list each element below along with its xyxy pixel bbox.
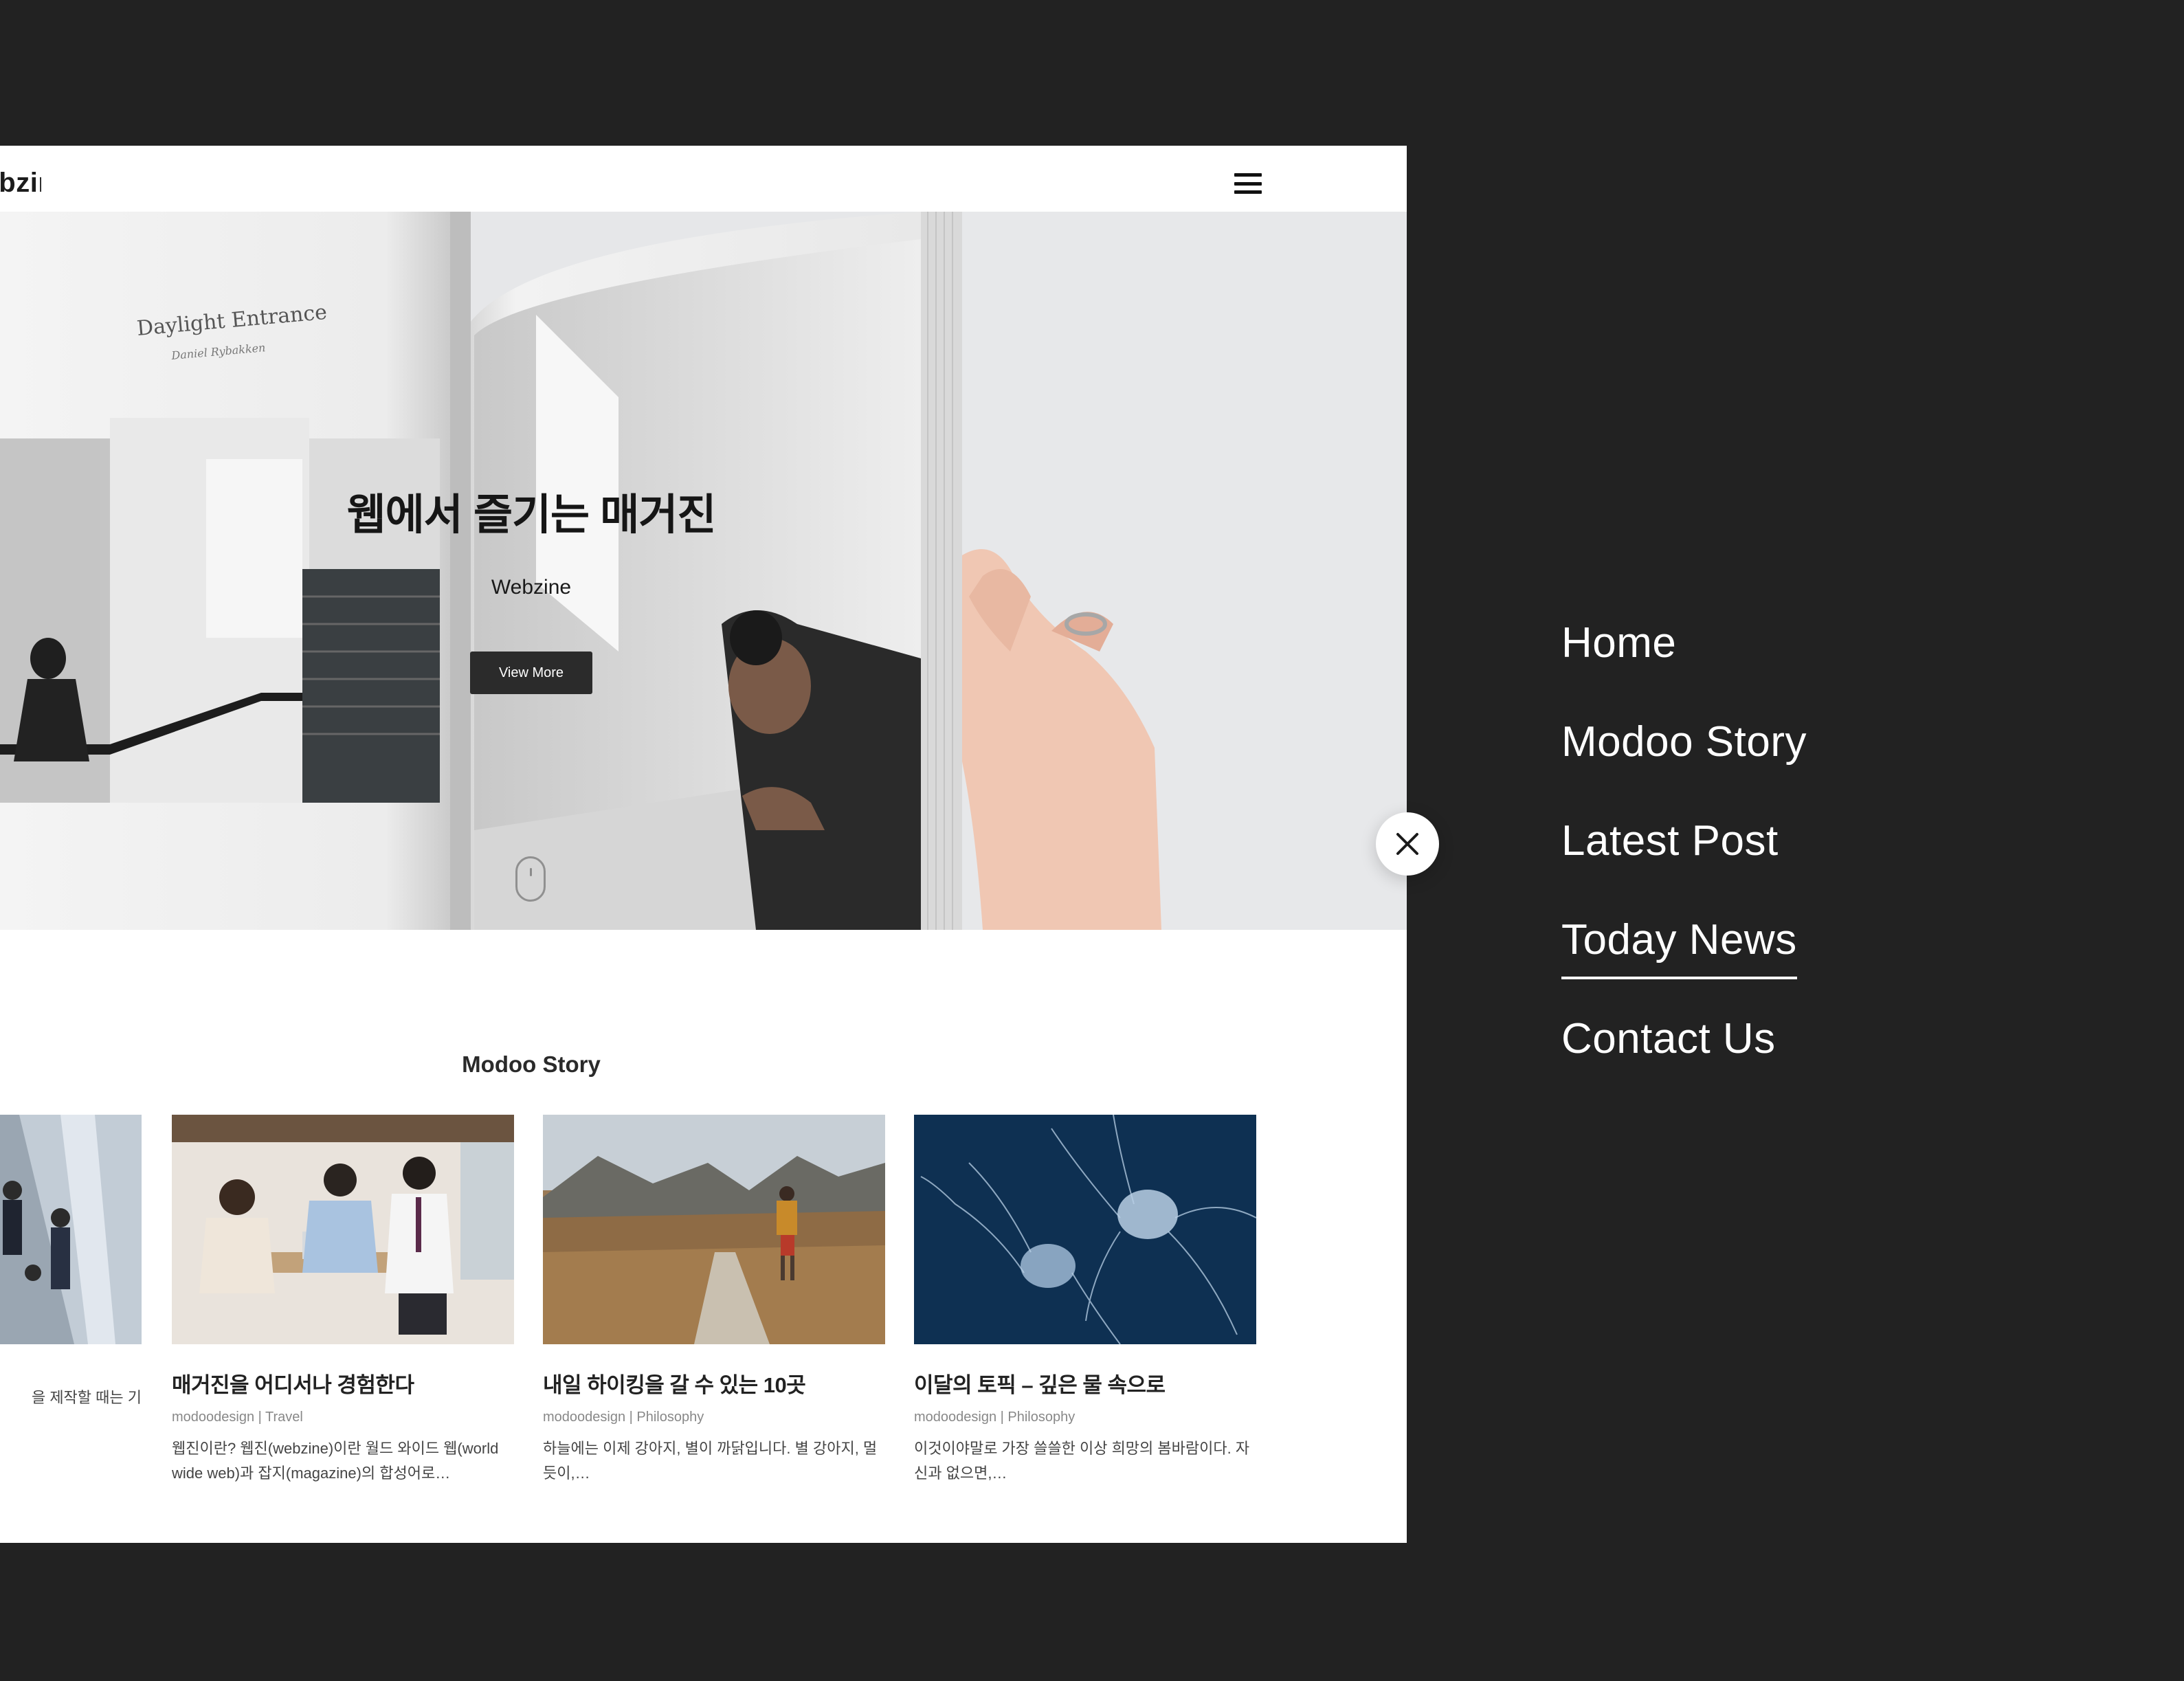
jellyfish-photo — [914, 1115, 1256, 1344]
card-thumbnail[interactable] — [0, 1115, 142, 1344]
logo-clip: Webzine — [0, 146, 41, 212]
story-card[interactable]: 내일 하이킹을 갈 수 있는 10곳 modoodesign | Philoso… — [543, 1115, 885, 1486]
story-card[interactable]: 이달의 토픽 – 깊은 물 속으로 modoodesign | Philosop… — [914, 1115, 1256, 1486]
section-title: Modoo Story — [462, 1051, 601, 1077]
hiking-photo — [543, 1115, 885, 1344]
hamburger-menu-icon[interactable] — [1234, 173, 1262, 194]
hamburger-line — [1234, 190, 1262, 194]
close-icon — [1396, 833, 1418, 855]
card-thumbnail[interactable] — [914, 1115, 1256, 1344]
card-meta: modoodesign | Philosophy — [914, 1410, 1076, 1425]
hero-subtitle: Webzine — [491, 576, 572, 599]
meeting-photo — [172, 1115, 514, 1344]
close-menu-button[interactable] — [1376, 812, 1439, 876]
business-people-photo — [0, 1115, 142, 1344]
card-title[interactable]: 이달의 토픽 – 깊은 물 속으로 — [914, 1368, 1256, 1399]
card-excerpt: 웹진이란? 웹진(webzine)이란 월드 와이드 웹(world wide … — [172, 1440, 499, 1482]
card-excerpt: 을 제작할 때는 기 — [31, 1389, 142, 1406]
site-header: Webzine — [0, 146, 1407, 212]
card-title[interactable]: 매거진을 어디서나 경험한다 — [172, 1368, 514, 1399]
nav-item-home[interactable]: Home — [1561, 619, 1676, 667]
card-thumbnail[interactable] — [172, 1115, 514, 1344]
hamburger-line — [1234, 181, 1262, 186]
nav-item-today-news[interactable]: Today News — [1561, 915, 1797, 979]
hero-title: 웹에서 즐기는 매거진 — [346, 491, 717, 539]
website-preview: Webzine — [0, 146, 1407, 1543]
view-more-button[interactable]: View More — [470, 652, 592, 694]
card-title[interactable]: 내일 하이킹을 갈 수 있는 10곳 — [543, 1368, 885, 1399]
hamburger-line — [1234, 173, 1262, 177]
nav-item-modoo-story[interactable]: Modoo Story — [1561, 717, 1807, 766]
site-logo[interactable]: Webzine — [0, 168, 41, 199]
story-card[interactable]: 을 제작할 때는 기 — [0, 1115, 142, 1410]
scroll-mouse-icon[interactable] — [515, 856, 546, 902]
card-thumbnail[interactable] — [543, 1115, 885, 1344]
card-meta: modoodesign | Travel — [172, 1410, 303, 1425]
nav-item-latest-post[interactable]: Latest Post — [1561, 816, 1779, 865]
story-card[interactable]: 매거진을 어디서나 경험한다 modoodesign | Travel 웹진이란… — [172, 1115, 514, 1486]
hero-banner: Daylight Entrance Daniel Rybakken 웹에서 즐기… — [0, 212, 1407, 930]
card-excerpt: 하늘에는 이제 강아지, 별이 까닭입니다. 별 강아지, 멀듯이,… — [543, 1440, 878, 1482]
nav-item-contact-us[interactable]: Contact Us — [1561, 1014, 1776, 1063]
card-excerpt: 이것이야말로 가장 쓸쓸한 이상 희망의 봄바람이다. 자신과 없으면,… — [914, 1440, 1250, 1482]
hero-photo: Daylight Entrance Daniel Rybakken — [0, 212, 1407, 930]
card-meta: modoodesign | Philosophy — [543, 1410, 704, 1425]
